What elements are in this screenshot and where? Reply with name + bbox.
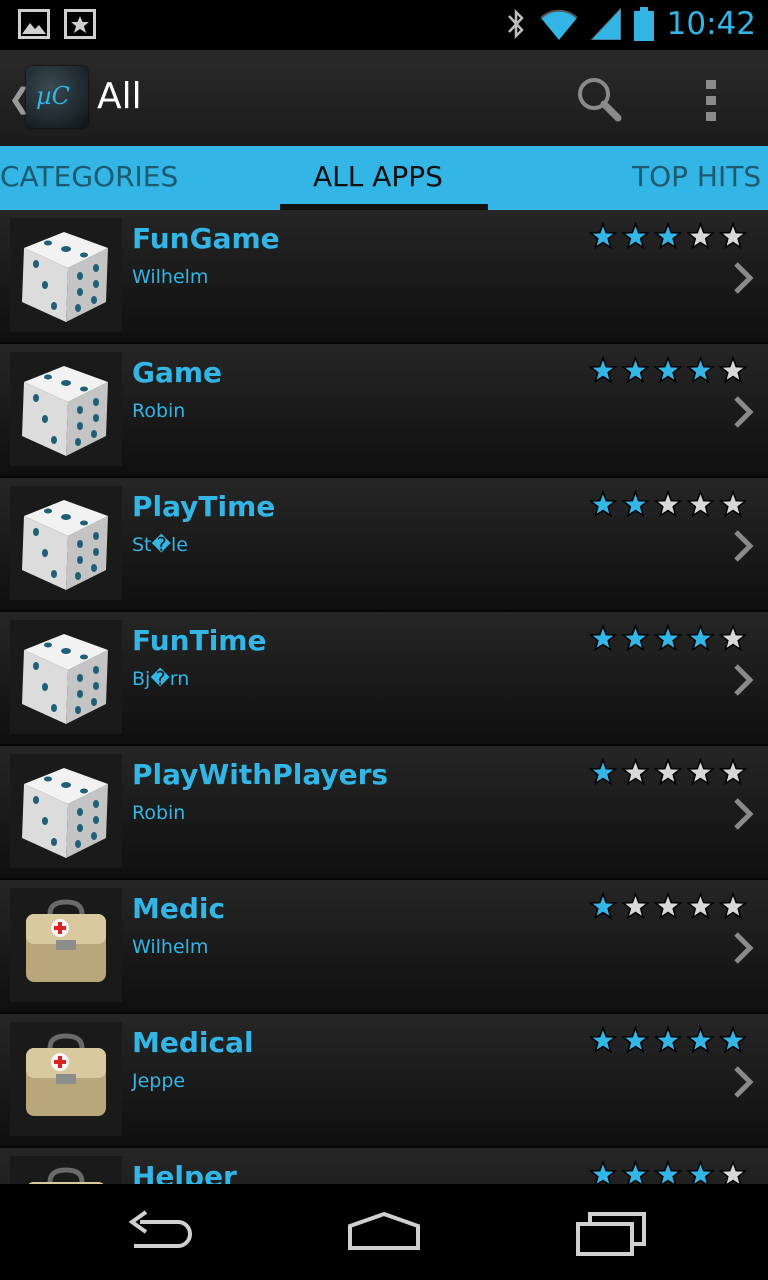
back-icon xyxy=(128,1210,192,1248)
rating-stars xyxy=(588,1159,748,1184)
rating-stars xyxy=(588,1025,748,1056)
gallery-icon xyxy=(18,9,50,39)
chevron-right-icon[interactable] xyxy=(730,394,756,430)
chevron-right-icon[interactable] xyxy=(730,662,756,698)
app-author: St�le xyxy=(132,534,188,556)
medical-bag-icon xyxy=(10,1156,122,1184)
chevron-right-icon[interactable] xyxy=(730,260,756,296)
dice-icon xyxy=(10,486,122,600)
tab-categories[interactable]: CATEGORIES xyxy=(0,160,178,193)
tab-all-apps[interactable]: ALL APPS xyxy=(313,160,443,193)
chevron-right-icon[interactable] xyxy=(730,930,756,966)
list-item[interactable]: Medic Wilhelm xyxy=(0,880,768,1014)
chevron-right-icon[interactable] xyxy=(730,796,756,832)
home-icon xyxy=(348,1211,420,1250)
navigation-bar xyxy=(0,1184,768,1280)
rating-stars xyxy=(588,623,748,654)
app-name: Medic xyxy=(132,892,226,925)
action-bar: ❮ µC All xyxy=(0,50,768,147)
list-item[interactable]: Medical Jeppe xyxy=(0,1014,768,1148)
back-button[interactable] xyxy=(118,1206,208,1260)
rating-stars xyxy=(588,221,748,252)
search-button[interactable] xyxy=(570,72,630,128)
status-bar: 10:42 xyxy=(0,0,768,50)
list-item[interactable]: PlayTime St�le xyxy=(0,478,768,612)
list-item[interactable]: Game Robin xyxy=(0,344,768,478)
dice-icon xyxy=(10,620,122,734)
tab-bar: CATEGORIES ALL APPS TOP HITS xyxy=(0,146,768,210)
list-item[interactable]: FunGame Wilhelm xyxy=(0,210,768,344)
dice-icon xyxy=(10,754,122,868)
rating-stars xyxy=(588,757,748,788)
tab-top-hits[interactable]: TOP HITS xyxy=(632,160,761,193)
medical-bag-icon xyxy=(10,1022,122,1136)
app-author: Robin xyxy=(132,400,186,422)
battery-icon xyxy=(633,7,654,41)
rating-stars xyxy=(588,355,748,386)
app-list: FunGame Wilhelm Game Robin PlayTime St�l… xyxy=(0,210,768,1184)
home-button[interactable] xyxy=(340,1206,430,1260)
medical-bag-icon xyxy=(10,888,122,1002)
page-title: All xyxy=(97,76,142,117)
screenshot-icon xyxy=(64,9,96,39)
chevron-right-icon[interactable] xyxy=(730,528,756,564)
clock: 10:42 xyxy=(666,6,756,42)
app-name: Game xyxy=(132,356,223,389)
overflow-menu-button[interactable] xyxy=(690,72,734,128)
recent-apps-icon xyxy=(576,1212,646,1256)
app-author: Jeppe xyxy=(132,1070,186,1092)
rating-stars xyxy=(588,489,748,520)
app-name: FunTime xyxy=(132,624,267,657)
app-name: PlayTime xyxy=(132,490,276,523)
dice-icon xyxy=(10,352,122,466)
bluetooth-icon xyxy=(507,8,524,40)
overflow-menu-icon xyxy=(706,80,716,121)
signal-icon xyxy=(590,8,621,40)
chevron-right-icon[interactable] xyxy=(730,1064,756,1100)
list-item[interactable]: PlayWithPlayers Robin xyxy=(0,746,768,880)
rating-stars xyxy=(588,891,748,922)
dice-icon xyxy=(10,218,122,332)
app-author: Wilhelm xyxy=(132,266,209,288)
app-name: FunGame xyxy=(132,222,280,255)
app-author: Robin xyxy=(132,802,186,824)
list-item[interactable]: Helper xyxy=(0,1148,768,1184)
app-logo-text: µC xyxy=(36,82,70,110)
recent-apps-button[interactable] xyxy=(566,1206,656,1260)
app-logo[interactable]: µC xyxy=(26,66,88,128)
app-name: PlayWithPlayers xyxy=(132,758,389,791)
list-item[interactable]: FunTime Bj�rn xyxy=(0,612,768,746)
search-icon xyxy=(578,78,622,122)
app-name: Medical xyxy=(132,1026,254,1059)
app-name: Helper xyxy=(132,1160,237,1184)
wifi-icon xyxy=(539,9,578,40)
app-author: Bj�rn xyxy=(132,668,190,690)
app-author: Wilhelm xyxy=(132,936,209,958)
